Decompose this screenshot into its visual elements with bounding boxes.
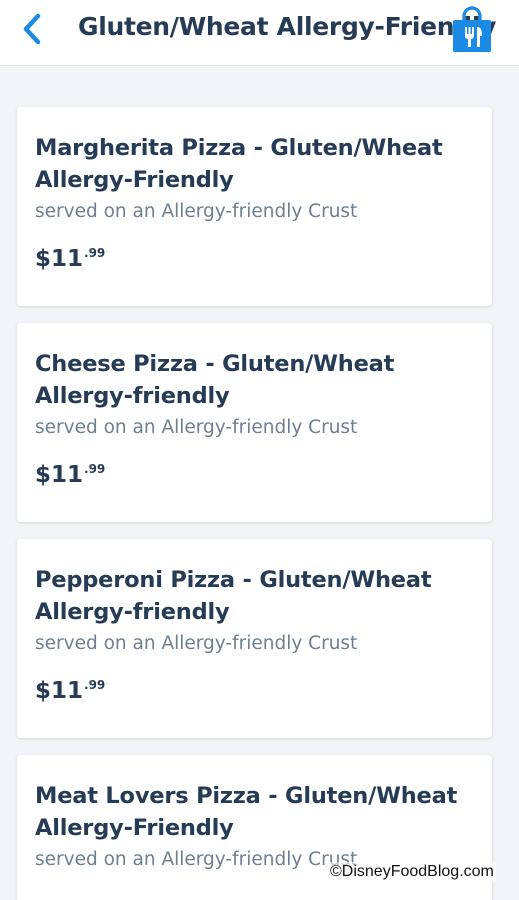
item-price: $11.99 — [35, 455, 474, 489]
cart-button[interactable] — [450, 6, 494, 54]
watermark: ©DisneyFoodBlog.com — [328, 862, 496, 882]
page-title: Gluten/Wheat Allergy-Friendly — [78, 12, 497, 41]
price-dollars: $11 — [35, 462, 84, 488]
menu-item-card[interactable]: Cheese Pizza - Gluten/Wheat Allergy-frie… — [17, 323, 492, 522]
item-description: served on an Allergy-friendly Crust — [35, 633, 358, 654]
item-name: Meat Lovers Pizza - Gluten/Wheat Allergy… — [35, 783, 458, 841]
price-cents: .99 — [84, 678, 106, 692]
price-cents: .99 — [84, 462, 106, 476]
price-cents: .99 — [84, 246, 106, 260]
item-name: Cheese Pizza - Gluten/Wheat Allergy-frie… — [35, 351, 395, 409]
app-header: Gluten/Wheat Allergy-Friendly — [0, 0, 519, 66]
chevron-left-icon — [23, 13, 41, 45]
item-price: $11.99 — [35, 239, 474, 273]
item-name: Margherita Pizza - Gluten/Wheat Allergy-… — [35, 135, 443, 193]
price-dollars: $11 — [35, 246, 84, 272]
shopping-bag-utensils-icon — [453, 6, 491, 52]
item-price: $11.99 — [35, 671, 474, 705]
item-description: served on an Allergy-friendly Crust — [35, 417, 358, 438]
item-description: served on an Allergy-friendly Crust — [35, 201, 358, 222]
menu-item-card[interactable]: Pepperoni Pizza - Gluten/Wheat Allergy-f… — [17, 539, 492, 738]
price-dollars: $11 — [35, 678, 84, 704]
item-name: Pepperoni Pizza - Gluten/Wheat Allergy-f… — [35, 567, 432, 625]
menu-item-card[interactable]: Margherita Pizza - Gluten/Wheat Allergy-… — [17, 107, 492, 306]
back-button[interactable] — [14, 11, 50, 47]
